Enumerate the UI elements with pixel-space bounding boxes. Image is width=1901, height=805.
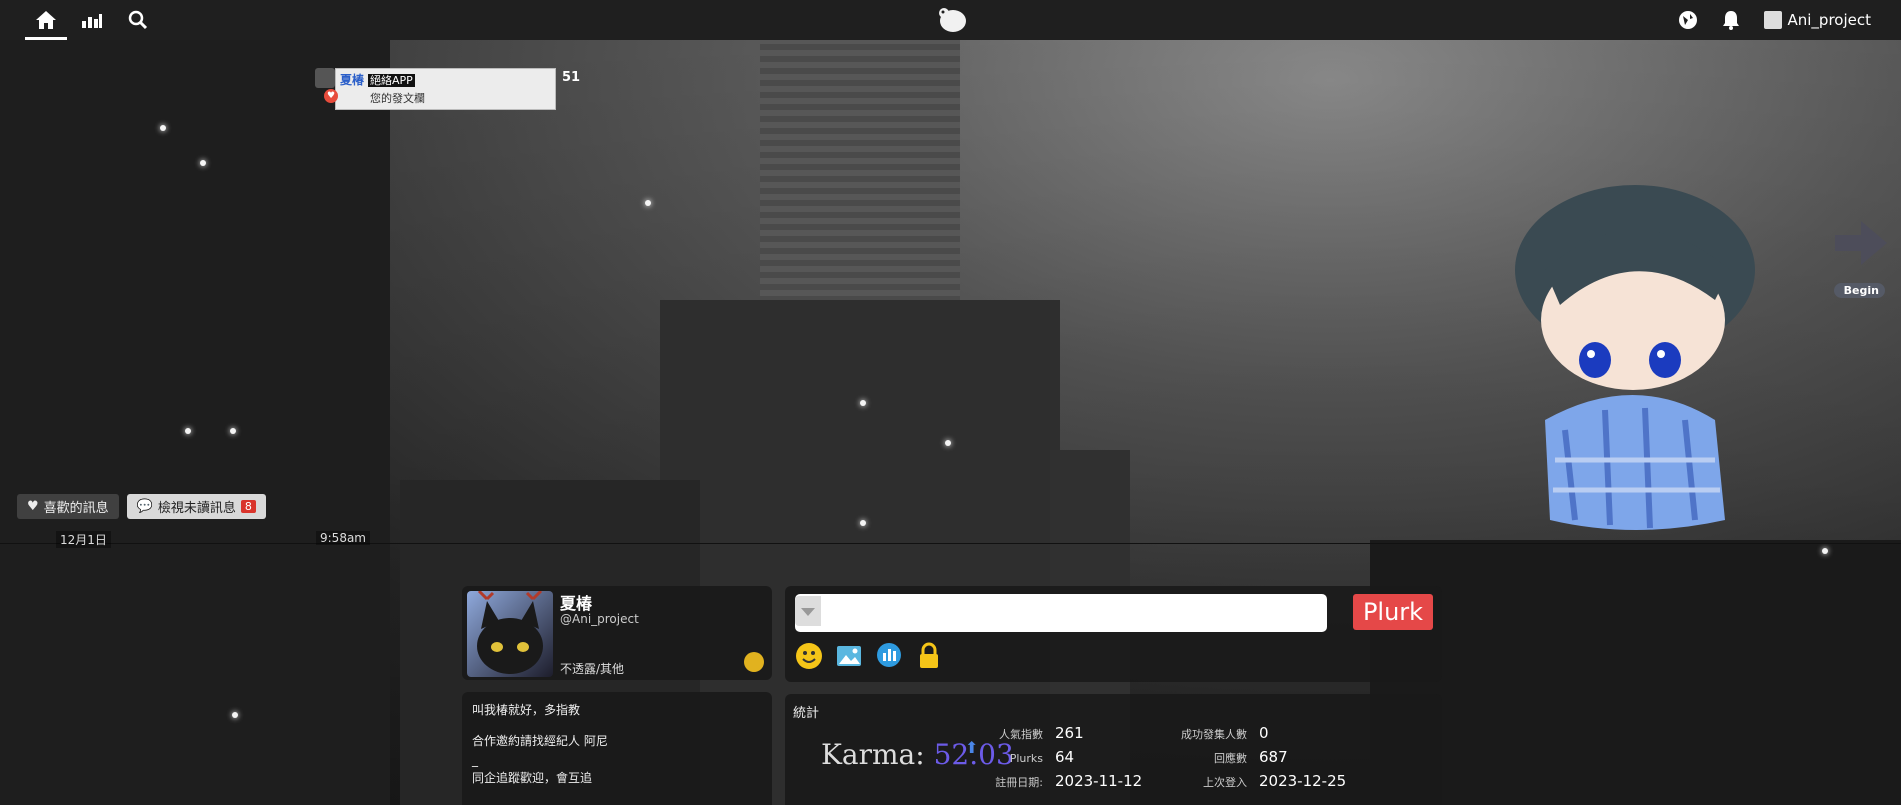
karma-badge-icon[interactable] — [744, 652, 764, 672]
timeline-next-button[interactable] — [1831, 215, 1891, 275]
profile-card: 夏椿 @Ani_project 不透露/其他 — [462, 586, 772, 680]
liked-plurks-button[interactable]: ♥ 喜歡的訊息 — [17, 494, 119, 519]
liked-plurks-label: 喜歡的訊息 — [43, 501, 109, 516]
window-light — [945, 440, 951, 446]
unread-plurks-button[interactable]: 💬 檢視未讀訊息 8 — [126, 494, 266, 519]
stat-label: 註冊日期: — [995, 776, 1043, 789]
search-icon — [128, 10, 148, 30]
compose-toolbar — [795, 642, 943, 670]
unread-count-badge: 8 — [240, 500, 256, 513]
time-label: 9:58am — [316, 531, 370, 545]
plurk-logo[interactable] — [936, 4, 968, 38]
stat-value: 687 — [1259, 748, 1288, 766]
stat-last-login: 上次登入 2023-12-25 — [1169, 772, 1346, 790]
about-line: 叫我椿就好，多指教 — [472, 703, 581, 717]
about-line: _ — [472, 752, 478, 767]
plurk-content: 您的發文欄 — [370, 92, 425, 105]
user-menu[interactable]: Ani_project — [1763, 11, 1872, 29]
stat-join-date: 註冊日期: 2023-11-12 — [981, 772, 1142, 790]
building-silhouette — [1370, 540, 1901, 805]
stat-popularity: 人氣指數 261 — [981, 724, 1084, 742]
window-light — [230, 428, 236, 434]
user-name: Ani_project — [1787, 11, 1872, 29]
karma-label: Karma: — [821, 738, 925, 771]
about-line: 合作邀約請找經紀人 阿尼 — [472, 733, 608, 748]
plurk-bubble[interactable]: 夏椿 絕絡APP 您的發文欄 ♥ — [324, 68, 556, 110]
begin-button[interactable]: Begin — [1833, 283, 1885, 298]
timeline-axis — [0, 543, 1901, 544]
emoticon-icon[interactable] — [795, 642, 823, 670]
stat-value: 2023-12-25 — [1259, 772, 1347, 790]
about-line: 同企追蹤歡迎，會互追 — [472, 771, 593, 786]
plurk-qualifier: 絕絡APP — [368, 74, 415, 87]
stat-label: 成功發集人數 — [1181, 728, 1247, 741]
stat-value: 0 — [1259, 724, 1269, 742]
window-light — [1822, 548, 1828, 554]
plurk-author[interactable]: 夏椿 — [340, 73, 364, 87]
timeline-plurk[interactable]: 夏椿 絕絡APP 您的發文欄 ♥ 51 — [315, 68, 580, 112]
profile-display-name: 夏椿 — [560, 594, 593, 613]
search-button[interactable] — [115, 0, 161, 40]
home-button[interactable] — [23, 0, 69, 40]
stat-plurks: Plurks 64 — [981, 748, 1074, 766]
profile-handle: @Ani_project — [560, 612, 639, 626]
stat-value: 2023-11-12 — [1055, 772, 1143, 790]
timeline-filters: ♥ 喜歡的訊息 💬 檢視未讀訊息 8 — [17, 494, 266, 519]
mascot-illustration — [1505, 180, 1775, 540]
chart-icon — [82, 14, 102, 28]
plurk-author-avatar[interactable] — [315, 68, 335, 88]
black-cat-avatar-icon — [477, 591, 543, 674]
profile-avatar[interactable] — [467, 591, 553, 677]
arrow-right-icon — [1835, 221, 1887, 265]
poll-icon[interactable] — [875, 642, 903, 670]
stat-label: Plurks — [1009, 752, 1043, 765]
image-upload-icon[interactable] — [835, 642, 863, 670]
qualifier-select[interactable] — [795, 596, 821, 626]
chevron-down-icon — [801, 608, 815, 616]
window-light — [645, 200, 651, 206]
window-light — [160, 125, 166, 131]
stats-title: 統計 — [793, 706, 820, 721]
date-label: 12月1日 — [56, 531, 111, 548]
lock-icon[interactable] — [915, 642, 943, 670]
unread-plurks-label: 檢視未讀訊息 — [157, 501, 236, 516]
bell-icon[interactable] — [1722, 10, 1740, 30]
stat-value: 261 — [1055, 724, 1084, 742]
stats-button[interactable] — [69, 0, 115, 40]
window-light — [860, 400, 866, 406]
heart-icon: ♥ — [27, 499, 39, 514]
top-navigation-bar: Ani_project — [0, 0, 1901, 40]
karma-up-arrow-icon: ⬆ — [965, 738, 979, 757]
window-light — [185, 428, 191, 434]
stat-label: 回應數 — [1214, 752, 1247, 765]
response-count[interactable]: 51 — [562, 70, 580, 85]
chibi-boy-icon — [1515, 185, 1755, 530]
profile-relationship: 不透露/其他 — [560, 662, 625, 676]
stat-value: 64 — [1055, 748, 1075, 766]
stat-label: 人氣指數 — [999, 728, 1043, 741]
plurk-submit-button[interactable]: Plurk — [1353, 594, 1433, 630]
window-light — [860, 520, 866, 526]
stat-responses: 回應數 687 — [1169, 748, 1288, 766]
stat-invites: 成功發集人數 0 — [1169, 724, 1269, 742]
profile-about: 叫我椿就好，多指教 合作邀約請找經紀人 阿尼 _ 同企追蹤歡迎，會互追 — [462, 692, 772, 805]
building-silhouette — [0, 40, 390, 805]
plurk-dino-icon — [939, 8, 966, 32]
stat-label: 上次登入 — [1203, 776, 1247, 789]
plurk-text-input[interactable] — [795, 594, 1327, 632]
speech-bubble-icon: 💬 — [136, 499, 153, 514]
window-light — [232, 712, 238, 718]
globe-icon[interactable] — [1678, 10, 1698, 30]
nav-right-group: Ani_project — [1678, 0, 1872, 40]
window-light — [200, 160, 206, 166]
user-avatar — [1763, 11, 1782, 29]
nav-left-group — [0, 0, 161, 40]
heart-icon: ♥ — [324, 89, 338, 103]
home-icon — [36, 11, 56, 29]
plurk-compose-box: Plurk — [785, 586, 1442, 682]
stats-card: 統計 Karma: 52.03 ⬆ 人氣指數 261 Plurks 64 註冊日期:… — [785, 694, 1442, 805]
